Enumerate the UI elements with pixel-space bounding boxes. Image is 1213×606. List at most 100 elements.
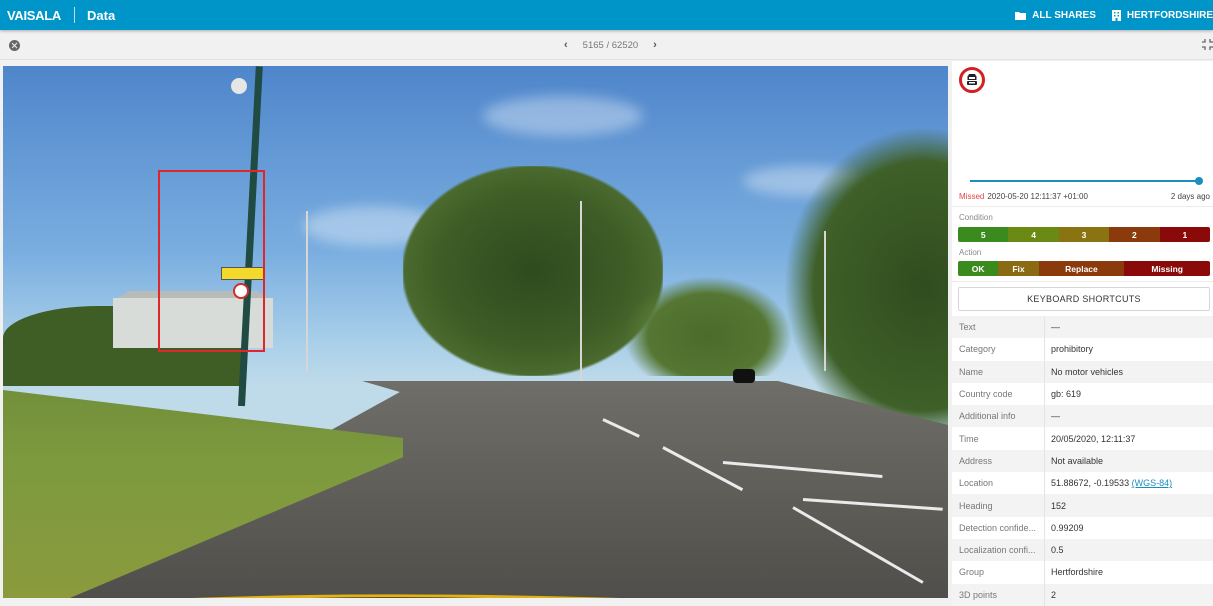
property-row: Location 51.88672, -0.19533 (WGS-84)	[952, 472, 1213, 495]
pole-lamp	[231, 78, 247, 94]
keyboard-shortcuts-button[interactable]: KEYBOARD SHORTCUTS	[958, 287, 1210, 311]
folder-icon	[1015, 11, 1027, 20]
coordinate-system-link[interactable]: (WGS-84)	[1132, 478, 1173, 488]
property-value-text: Not available	[1051, 455, 1104, 466]
property-key: Country code	[952, 382, 1045, 406]
action-label: Action	[959, 248, 982, 257]
car-hood	[192, 594, 620, 598]
action-fix-button[interactable]: Fix	[998, 261, 1039, 276]
image-counter: 5165 / 62520	[582, 39, 639, 51]
property-value-text: prohibitory	[1051, 344, 1094, 355]
hertfordshire-link[interactable]: HERTFORDSHIRE	[1111, 9, 1213, 21]
action-replace-button[interactable]: Replace	[1038, 261, 1125, 276]
property-key: Address	[952, 449, 1045, 473]
property-value-text: —	[1051, 411, 1060, 422]
property-value: —	[1045, 322, 1060, 332]
property-value-text: No motor vehicles	[1051, 366, 1124, 377]
property-key: Text	[952, 316, 1045, 339]
timeline-handle[interactable]	[1195, 177, 1203, 185]
property-value-text: —	[1051, 322, 1060, 333]
condition-selector: 5 4 3 2 1	[958, 227, 1210, 242]
condition-label: Condition	[959, 213, 993, 222]
property-row: Detection confide... 0.99209	[952, 516, 1213, 539]
property-value: —	[1045, 411, 1060, 421]
property-row: Name No motor vehicles	[952, 360, 1213, 383]
header-divider	[74, 7, 75, 23]
property-key: Group	[952, 561, 1045, 584]
streetlight	[306, 211, 308, 371]
viewer-toolbar: ‹ 5165 / 62520 ›	[0, 30, 1213, 60]
property-key: 3D points	[952, 583, 1045, 606]
property-row: Additional info —	[952, 405, 1213, 428]
status-badge: Missed	[959, 192, 985, 201]
property-value-text: Hertfordshire	[1051, 567, 1104, 578]
section-title[interactable]: Data	[87, 8, 115, 23]
image-viewer[interactable]	[3, 66, 948, 598]
condition-2-button[interactable]: 2	[1109, 227, 1160, 242]
timeline-slider[interactable]	[970, 177, 1203, 185]
streetlight	[580, 201, 582, 391]
close-icon[interactable]	[9, 40, 20, 51]
property-value-text: 0.99209	[1051, 522, 1084, 533]
action-ok-button[interactable]: OK	[958, 261, 999, 276]
cloud	[483, 96, 643, 136]
vehicle	[733, 369, 755, 383]
property-key: Time	[952, 427, 1045, 450]
condition-5-button[interactable]: 5	[958, 227, 1009, 242]
action-selector: OK Fix Replace Missing	[958, 261, 1210, 276]
top-bar: VAISALA Data ALL SHARES HERTFORDSHIRE	[0, 0, 1213, 30]
action-missing-button[interactable]: Missing	[1124, 261, 1210, 276]
property-value: prohibitory	[1045, 344, 1093, 354]
property-key: Name	[952, 360, 1045, 383]
trees-mid	[623, 276, 793, 376]
property-key: Detection confide...	[952, 516, 1045, 539]
building-icon	[1111, 9, 1121, 21]
property-row: Category prohibitory	[952, 338, 1213, 361]
detection-bounding-box[interactable]	[158, 170, 265, 352]
properties-table: Text — Category prohibitory Name No motor veh…	[952, 316, 1213, 606]
property-row: Text —	[952, 316, 1213, 339]
no-motor-vehicles-sign-icon	[959, 67, 985, 93]
condition-1-button[interactable]: 1	[1159, 227, 1210, 242]
property-key: Additional info	[952, 405, 1045, 428]
property-value: 51.88672, -0.19533 (WGS-84)	[1045, 478, 1172, 488]
property-value-text: 20/05/2020, 12:11:37	[1051, 433, 1136, 444]
property-row: Heading 152	[952, 494, 1213, 517]
divider	[952, 206, 1213, 207]
property-value: No motor vehicles	[1045, 367, 1123, 377]
condition-3-button[interactable]: 3	[1058, 227, 1110, 242]
property-key: Localization confi...	[952, 538, 1045, 562]
property-row: Country code gb: 619	[952, 382, 1213, 406]
property-value-text: 0.5	[1051, 545, 1064, 556]
property-row: 3D points 2	[952, 583, 1213, 606]
property-value: Not available	[1045, 456, 1103, 466]
property-key: Category	[952, 338, 1045, 361]
pager: ‹ 5165 / 62520 ›	[560, 30, 661, 60]
brand-logo[interactable]: VAISALA	[7, 8, 61, 23]
status-row: Missed 2020-05-20 12:11:37 +01:00 2 days…	[959, 192, 1210, 201]
property-key: Location	[952, 472, 1045, 495]
exit-fullscreen-icon[interactable]	[1202, 39, 1213, 50]
condition-4-button[interactable]: 4	[1008, 227, 1059, 242]
all-shares-link[interactable]: ALL SHARES	[1015, 10, 1096, 21]
relative-time: 2 days ago	[1170, 192, 1210, 201]
property-value: 0.99209	[1045, 523, 1084, 533]
property-row: Time 20/05/2020, 12:11:37	[952, 427, 1213, 450]
property-row: Group Hertfordshire	[952, 561, 1213, 584]
detail-panel: Missed 2020-05-20 12:11:37 +01:00 2 days…	[952, 61, 1213, 606]
property-value-text: 2	[1051, 589, 1057, 600]
property-value: gb: 619	[1045, 389, 1081, 399]
property-value-text: 152	[1051, 500, 1067, 511]
prev-button[interactable]: ‹	[560, 39, 572, 51]
next-button[interactable]: ›	[649, 39, 661, 51]
property-row: Localization confi... 0.5	[952, 538, 1213, 562]
property-value-text: gb: 619	[1051, 389, 1082, 400]
property-value: Hertfordshire	[1045, 567, 1103, 577]
property-value: 20/05/2020, 12:11:37	[1045, 434, 1135, 444]
property-key: Heading	[952, 494, 1045, 517]
property-row: Address Not available	[952, 449, 1213, 473]
divider	[952, 281, 1213, 282]
property-value-text: 51.88672, -0.19533	[1051, 478, 1130, 489]
property-value: 0.5	[1045, 545, 1064, 555]
streetlight	[824, 231, 826, 371]
